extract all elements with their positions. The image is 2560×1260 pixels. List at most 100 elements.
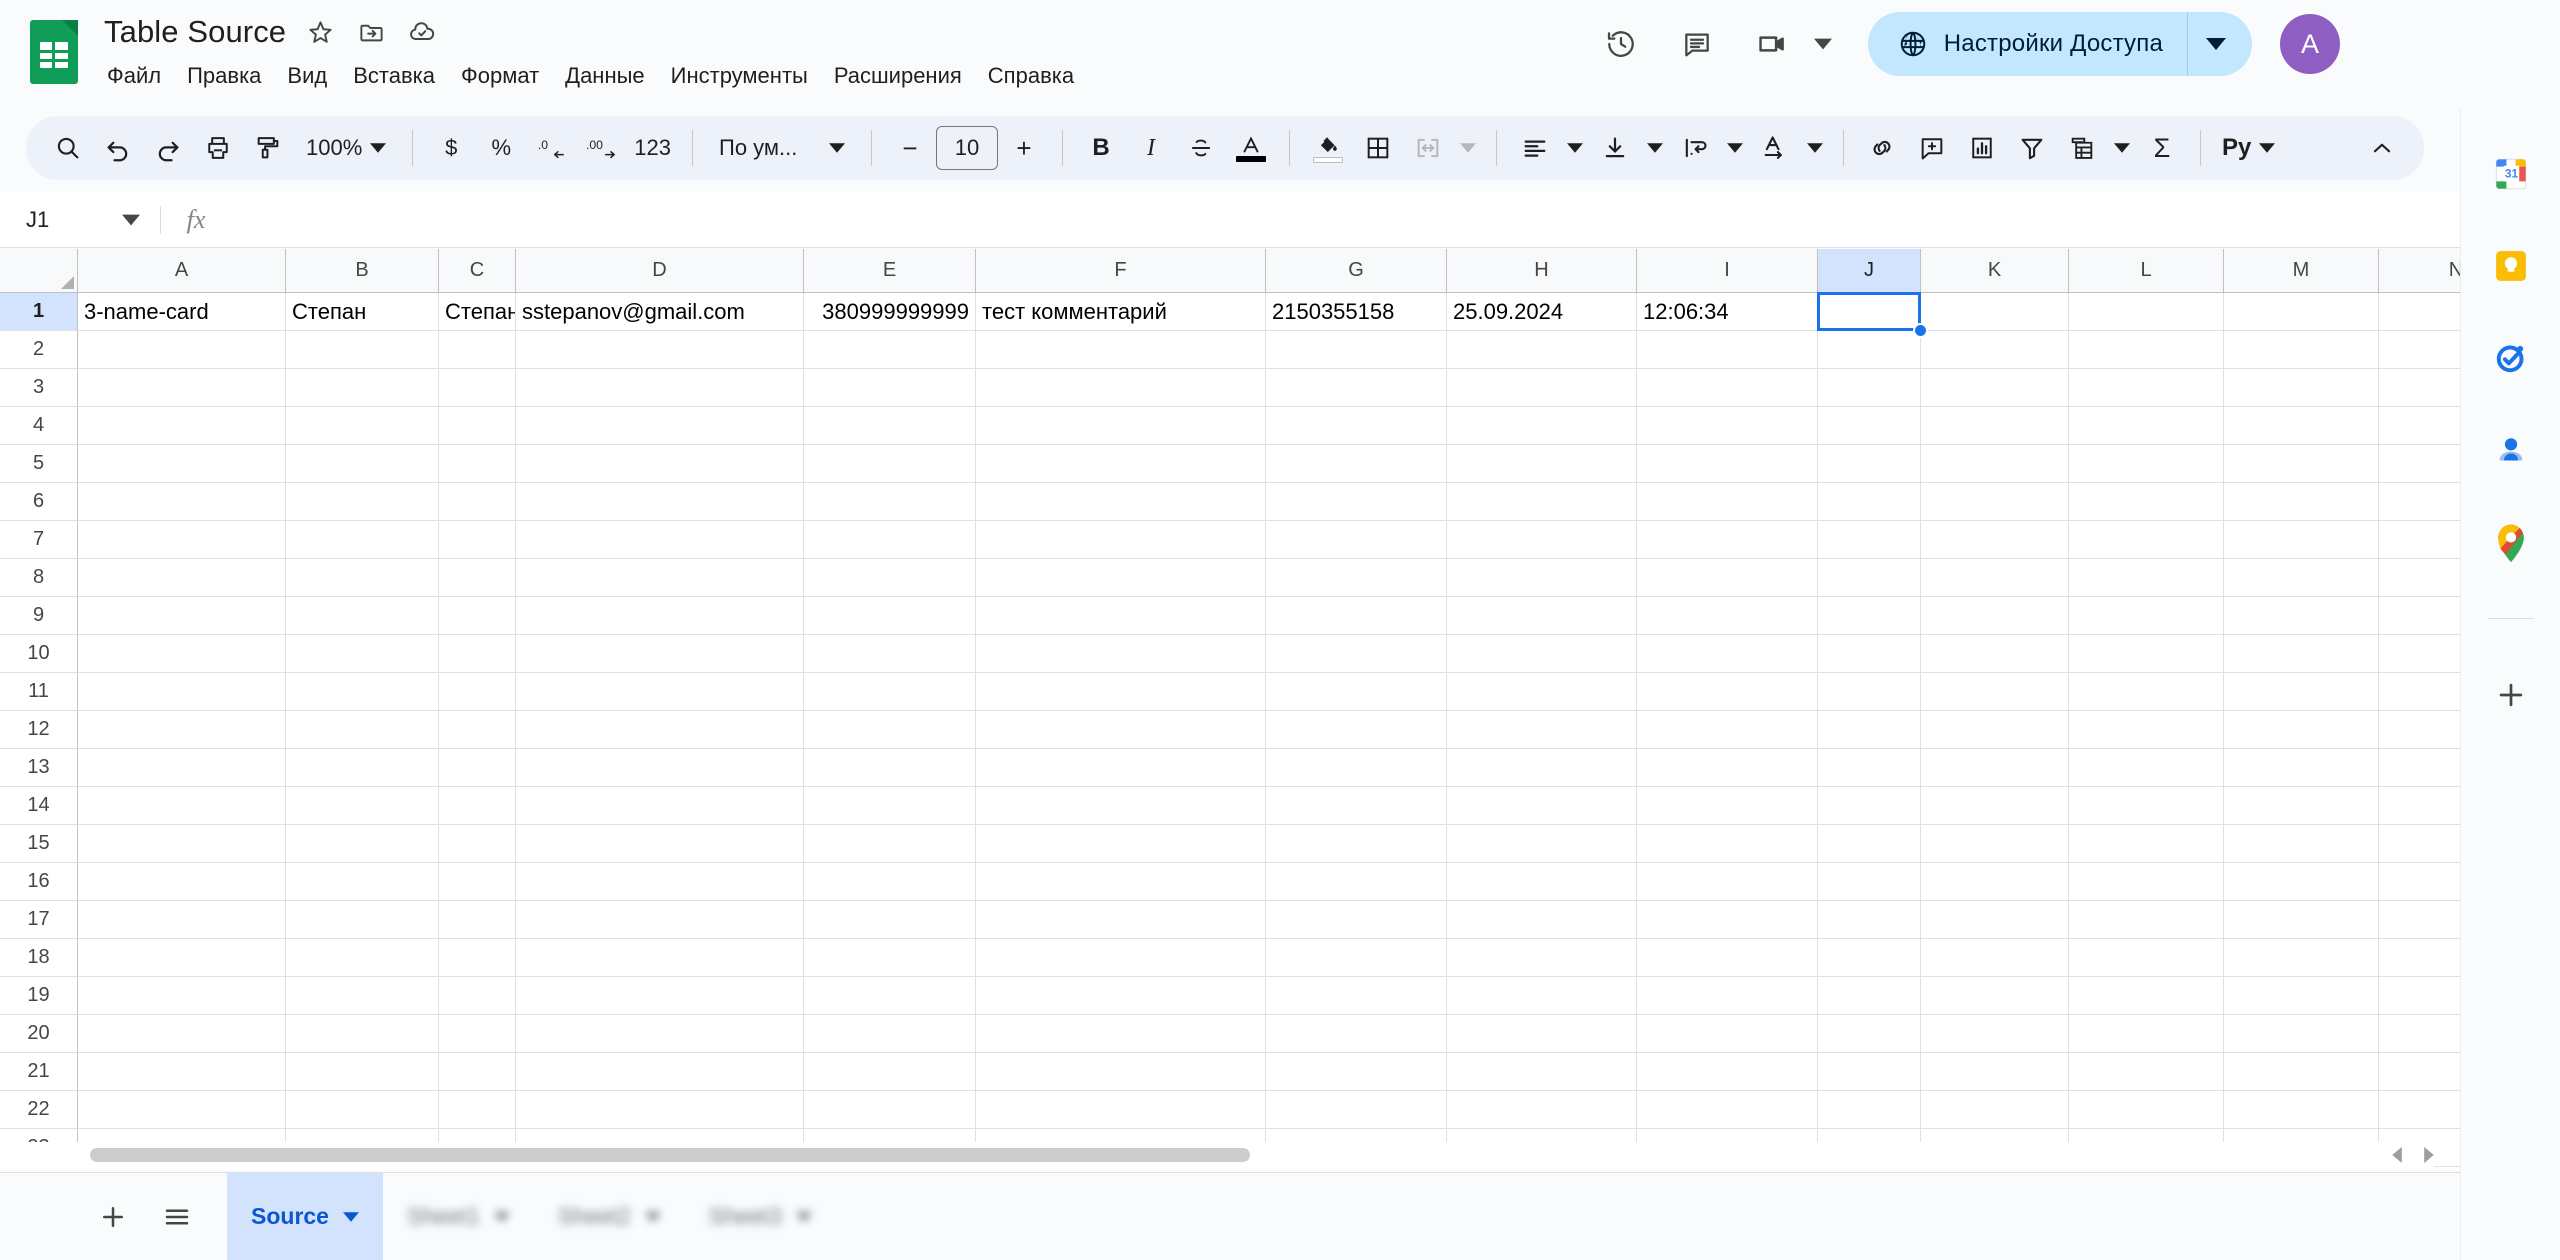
row-header-4[interactable]: 4 <box>0 407 78 445</box>
increase-decimal-button[interactable]: .00 <box>577 124 625 172</box>
cell-G17[interactable] <box>1266 901 1447 939</box>
row-header-3[interactable]: 3 <box>0 369 78 407</box>
cell-J6[interactable] <box>1818 483 1921 521</box>
text-rotation-caret[interactable] <box>1801 124 1829 172</box>
align-horizontal-caret[interactable] <box>1561 124 1589 172</box>
cell-D19[interactable] <box>516 977 804 1015</box>
percent-format-button[interactable]: % <box>477 124 525 172</box>
row-header-20[interactable]: 20 <box>0 1015 78 1053</box>
cell-C18[interactable] <box>439 939 516 977</box>
cell-J4[interactable] <box>1818 407 1921 445</box>
cell-E3[interactable] <box>804 369 976 407</box>
cell-B10[interactable] <box>286 635 439 673</box>
cell-M9[interactable] <box>2224 597 2379 635</box>
cell-E10[interactable] <box>804 635 976 673</box>
cell-D18[interactable] <box>516 939 804 977</box>
cell-B9[interactable] <box>286 597 439 635</box>
cell-L6[interactable] <box>2069 483 2224 521</box>
star-icon[interactable] <box>303 15 337 49</box>
cell-L3[interactable] <box>2069 369 2224 407</box>
cell-M13[interactable] <box>2224 749 2379 787</box>
cell-M22[interactable] <box>2224 1091 2379 1129</box>
cell-F11[interactable] <box>976 673 1266 711</box>
cell-L19[interactable] <box>2069 977 2224 1015</box>
cell-C5[interactable] <box>439 445 516 483</box>
cell-E21[interactable] <box>804 1053 976 1091</box>
cell-H13[interactable] <box>1447 749 1637 787</box>
cell-F4[interactable] <box>976 407 1266 445</box>
paint-format-icon[interactable] <box>244 124 292 172</box>
cell-J3[interactable] <box>1818 369 1921 407</box>
cell-F12[interactable] <box>976 711 1266 749</box>
cell-G7[interactable] <box>1266 521 1447 559</box>
cell-D5[interactable] <box>516 445 804 483</box>
cell-I20[interactable] <box>1637 1015 1818 1053</box>
cell-N11[interactable] <box>2379 673 2460 711</box>
cloud-saved-icon[interactable] <box>405 15 439 49</box>
cell-D2[interactable] <box>516 331 804 369</box>
chevron-down-icon[interactable] <box>795 1209 812 1225</box>
currency-language-button[interactable]: Ру <box>2215 124 2282 172</box>
cell-N15[interactable] <box>2379 825 2460 863</box>
video-call-icon[interactable] <box>1742 13 1804 75</box>
cell-B22[interactable] <box>286 1091 439 1129</box>
cell-A1[interactable]: 3-name-card <box>78 293 286 331</box>
cell-B8[interactable] <box>286 559 439 597</box>
cell-E1[interactable]: 380999999999 <box>804 293 976 331</box>
cell-K14[interactable] <box>1921 787 2069 825</box>
cell-E8[interactable] <box>804 559 976 597</box>
cell-G19[interactable] <box>1266 977 1447 1015</box>
cell-H1[interactable]: 25.09.2024 <box>1447 293 1637 331</box>
cell-L13[interactable] <box>2069 749 2224 787</box>
cell-D20[interactable] <box>516 1015 804 1053</box>
row-header-5[interactable]: 5 <box>0 445 78 483</box>
zoom-control[interactable]: 100% <box>294 124 398 172</box>
cell-C12[interactable] <box>439 711 516 749</box>
cell-K15[interactable] <box>1921 825 2069 863</box>
cell-M10[interactable] <box>2224 635 2379 673</box>
cell-M8[interactable] <box>2224 559 2379 597</box>
cell-K4[interactable] <box>1921 407 2069 445</box>
cell-C11[interactable] <box>439 673 516 711</box>
cell-B6[interactable] <box>286 483 439 521</box>
cell-I18[interactable] <box>1637 939 1818 977</box>
cell-L5[interactable] <box>2069 445 2224 483</box>
sheet-tab-sheet3[interactable]: Sheet3 <box>685 1173 836 1260</box>
cell-K16[interactable] <box>1921 863 2069 901</box>
cell-H15[interactable] <box>1447 825 1637 863</box>
fill-color-icon[interactable] <box>1304 124 1352 172</box>
scroll-right-icon[interactable] <box>2418 1144 2440 1166</box>
cell-D17[interactable] <box>516 901 804 939</box>
column-header-d[interactable]: D <box>516 249 804 293</box>
cell-L1[interactable] <box>2069 293 2224 331</box>
cell-M4[interactable] <box>2224 407 2379 445</box>
cell-C6[interactable] <box>439 483 516 521</box>
menu-help[interactable]: Справка <box>975 56 1087 96</box>
functions-button[interactable]: Σ <box>2138 124 2186 172</box>
menu-tools[interactable]: Инструменты <box>658 56 821 96</box>
cell-M3[interactable] <box>2224 369 2379 407</box>
sheet-tab-sheet1[interactable]: Sheet1 <box>383 1173 534 1260</box>
cell-B1[interactable]: Степан <box>286 293 439 331</box>
align-left-icon[interactable] <box>1511 124 1559 172</box>
cell-F1[interactable]: тест комментарий <box>976 293 1266 331</box>
decrease-font-size-button[interactable]: − <box>886 124 934 172</box>
cell-I16[interactable] <box>1637 863 1818 901</box>
cell-N7[interactable] <box>2379 521 2460 559</box>
cell-D9[interactable] <box>516 597 804 635</box>
cell-F19[interactable] <box>976 977 1266 1015</box>
sheet-tab-sheet2[interactable]: Sheet2 <box>534 1173 685 1260</box>
cell-D10[interactable] <box>516 635 804 673</box>
cell-J20[interactable] <box>1818 1015 1921 1053</box>
cell-J15[interactable] <box>1818 825 1921 863</box>
cell-F2[interactable] <box>976 331 1266 369</box>
chevron-up-icon[interactable] <box>2358 124 2406 172</box>
cell-N3[interactable] <box>2379 369 2460 407</box>
cell-E7[interactable] <box>804 521 976 559</box>
cell-G21[interactable] <box>1266 1053 1447 1091</box>
cell-E22[interactable] <box>804 1091 976 1129</box>
cell-E6[interactable] <box>804 483 976 521</box>
cell-N20[interactable] <box>2379 1015 2460 1053</box>
cell-I5[interactable] <box>1637 445 1818 483</box>
cell-D1[interactable]: sstepanov@gmail.com <box>516 293 804 331</box>
